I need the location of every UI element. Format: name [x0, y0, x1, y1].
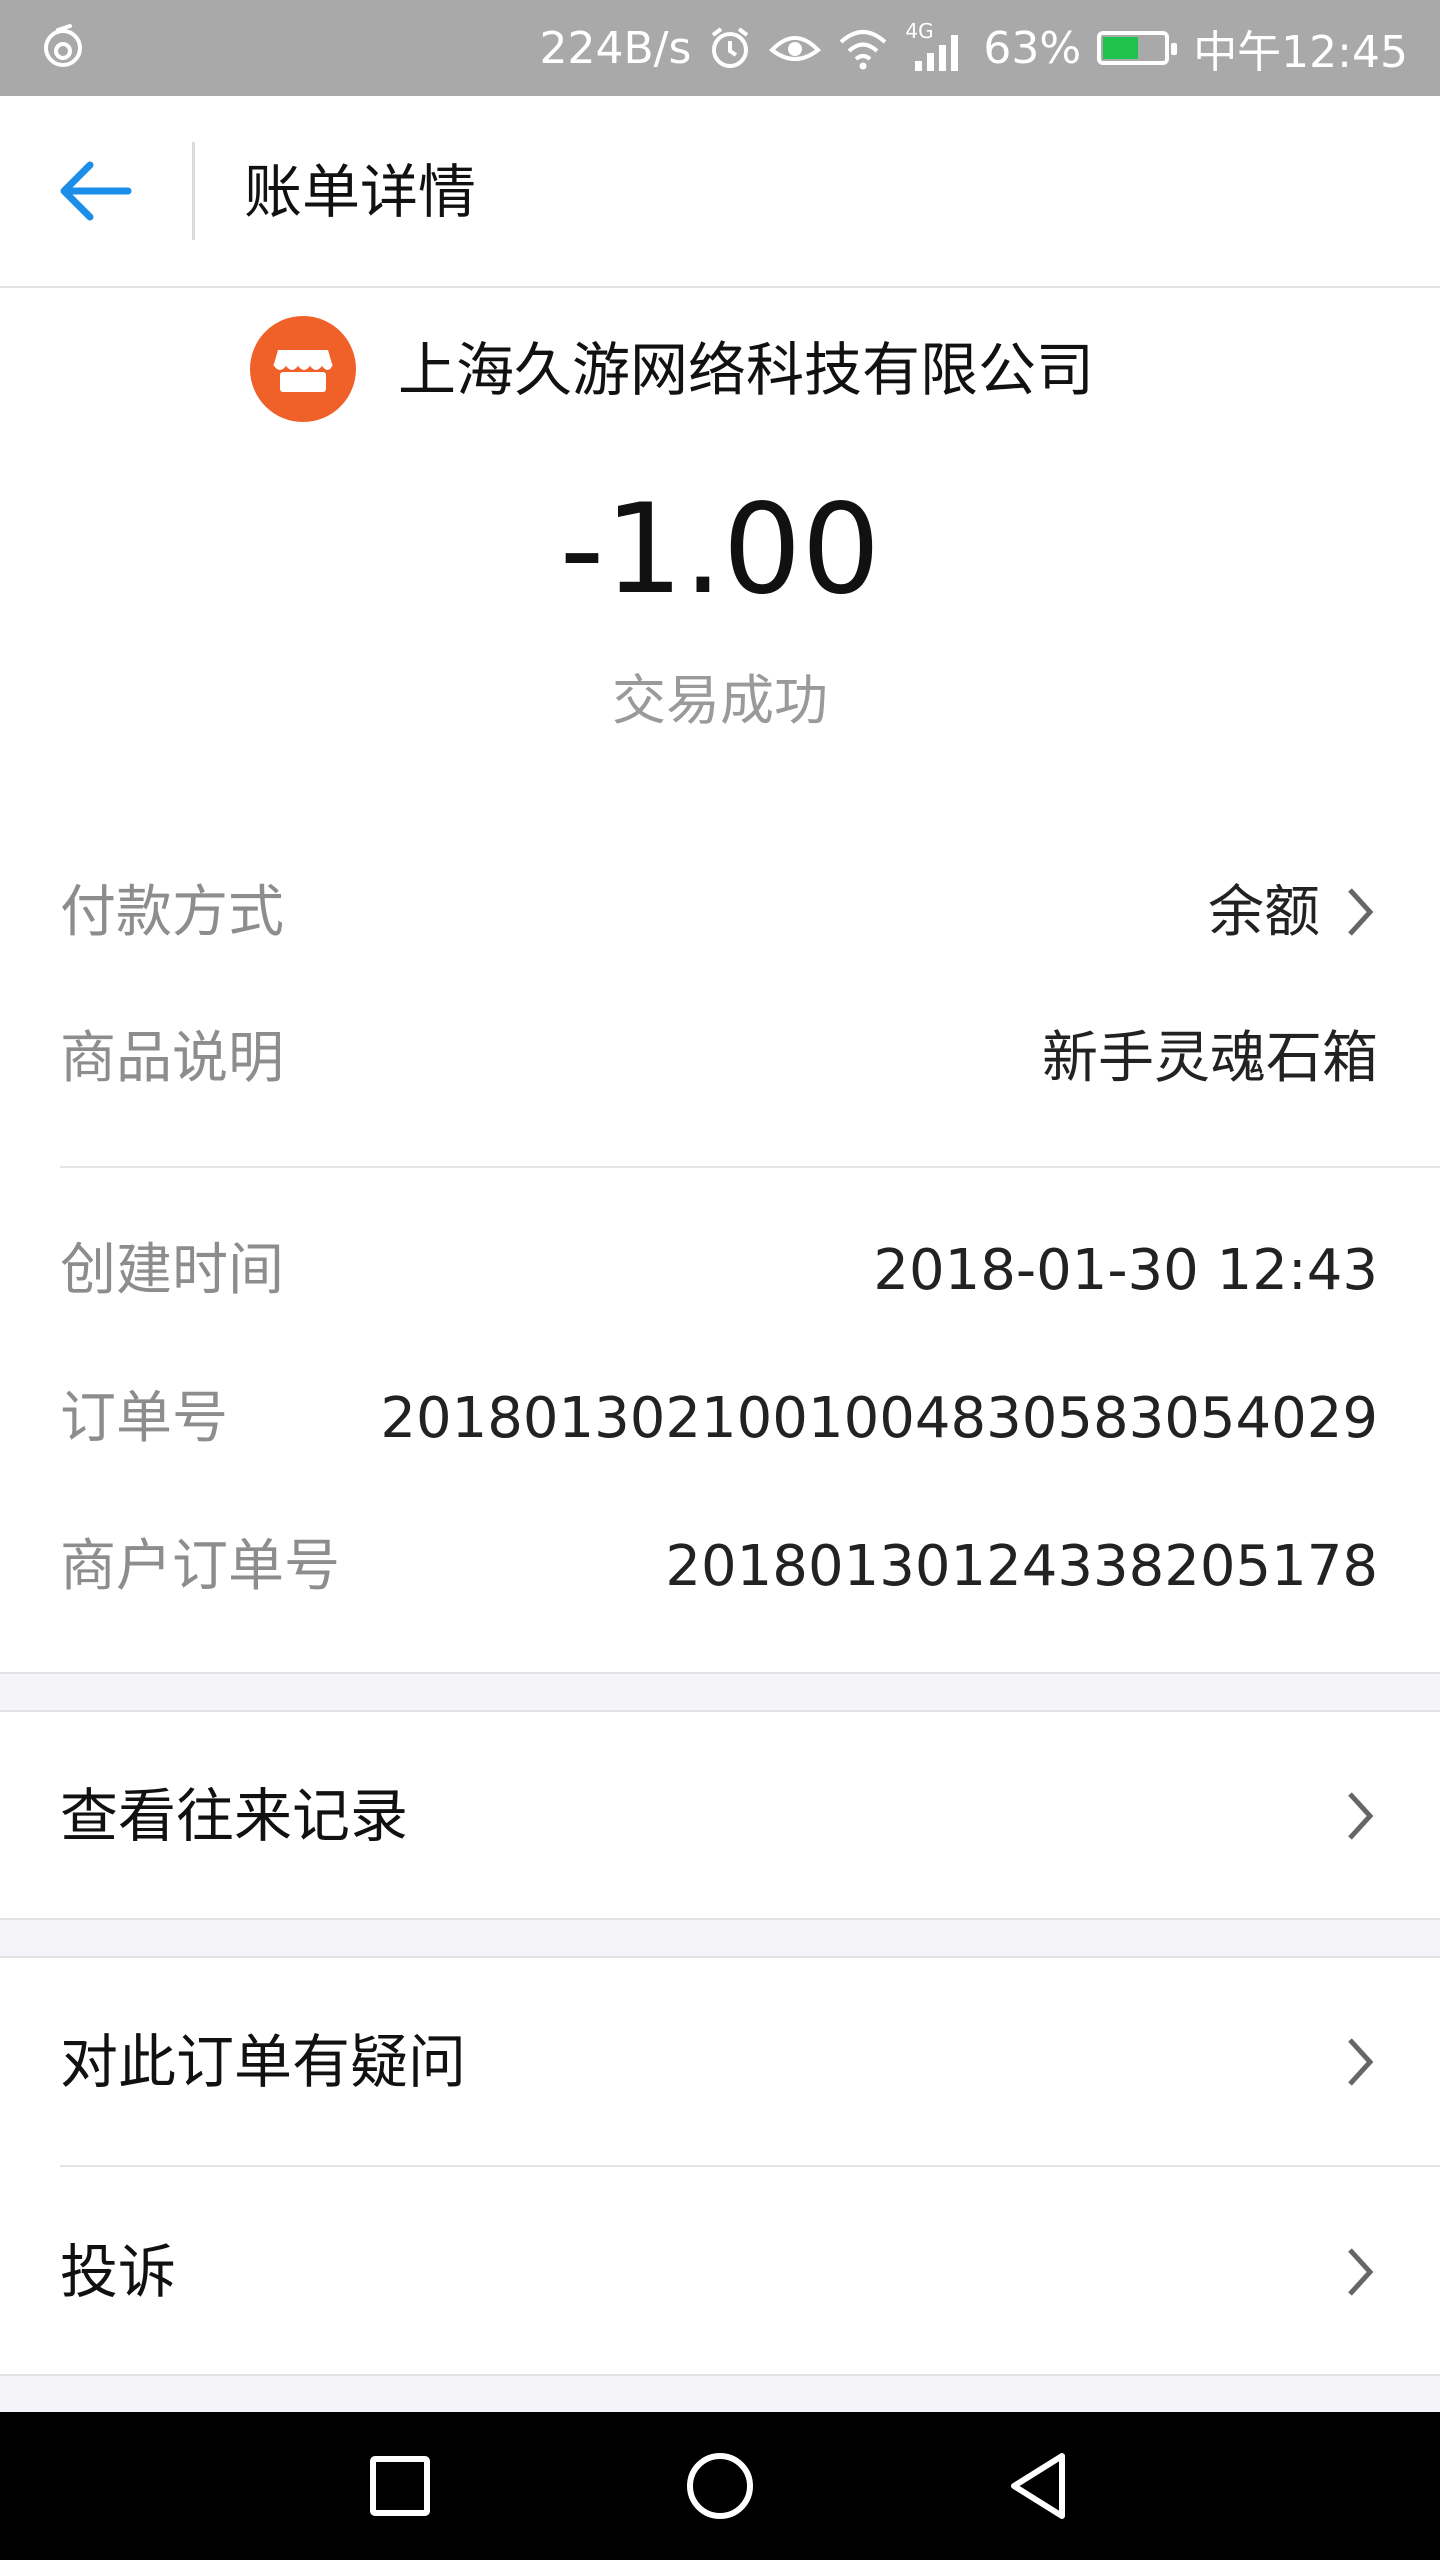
battery-percent: 63% [983, 22, 1082, 74]
section-gap [0, 1672, 1440, 1712]
back-arrow-icon[interactable] [56, 156, 136, 226]
view-history-label: 查看往来记录 [60, 1782, 409, 1850]
page-title: 账单详情 [244, 158, 477, 226]
order-question-label: 对此订单有疑问 [60, 2028, 467, 2096]
wifi-icon [840, 30, 887, 70]
recent-apps-icon[interactable] [320, 2412, 480, 2560]
order-question-button[interactable]: 对此订单有疑问 [0, 1958, 1440, 2164]
signal-icon: 4G [905, 19, 967, 71]
chevron-right-icon[interactable] [1340, 882, 1380, 942]
transaction-amount: -1.00 [559, 478, 881, 622]
merchant-order-number-label: 商户订单号 [60, 1534, 340, 1599]
merchant-name: 上海久游网络科技有限公司 [398, 336, 1095, 404]
clock: 中午12:45 [1193, 27, 1408, 78]
back-triangle-icon[interactable] [960, 2412, 1120, 2560]
status-bar: 224B/s 4G 63% 中午12:45 [0, 0, 1440, 96]
transaction-status: 交易成功 [612, 669, 828, 732]
home-icon[interactable] [640, 2412, 800, 2560]
header-divider [192, 142, 195, 240]
chevron-right-icon [1348, 2248, 1374, 2296]
chevron-right-icon [1348, 1792, 1374, 1840]
product-description-label: 商品说明 [60, 1026, 284, 1091]
bottom-border [0, 2374, 1440, 2376]
alarm-icon [712, 27, 749, 68]
app-header: 账单详情 [0, 96, 1440, 288]
payment-method-value[interactable]: 余额 [1208, 878, 1320, 948]
support-block: 对此订单有疑问 投诉 [0, 1958, 1440, 2374]
view-history-button[interactable]: 查看往来记录 [0, 1712, 1440, 1918]
complaint-label: 投诉 [60, 2238, 177, 2306]
created-time-label: 创建时间 [60, 1238, 284, 1303]
system-nav-bar [0, 2412, 1440, 2560]
store-icon [250, 316, 356, 422]
network-speed: 224B/s [539, 22, 692, 74]
list-divider [60, 2165, 1440, 2167]
history-block: 查看往来记录 [0, 1712, 1440, 1918]
order-number-value: 2018013021001004830583054029 [380, 1386, 1378, 1451]
chevron-right-icon [1348, 2038, 1374, 2086]
order-number-label: 订单号 [60, 1386, 228, 1451]
merchant-order-number-value: 20180130124338205178 [665, 1534, 1378, 1599]
weibo-icon [44, 24, 82, 67]
section-divider [60, 1166, 1440, 1168]
payment-method-label: 付款方式 [60, 880, 284, 945]
created-time-value: 2018-01-30 12:43 [873, 1238, 1378, 1303]
product-description-value: 新手灵魂石箱 [1042, 1026, 1378, 1091]
battery-icon [1097, 31, 1178, 65]
complaint-button[interactable]: 投诉 [0, 2168, 1440, 2374]
section-gap [0, 1918, 1440, 1958]
eye-icon [769, 36, 822, 61]
